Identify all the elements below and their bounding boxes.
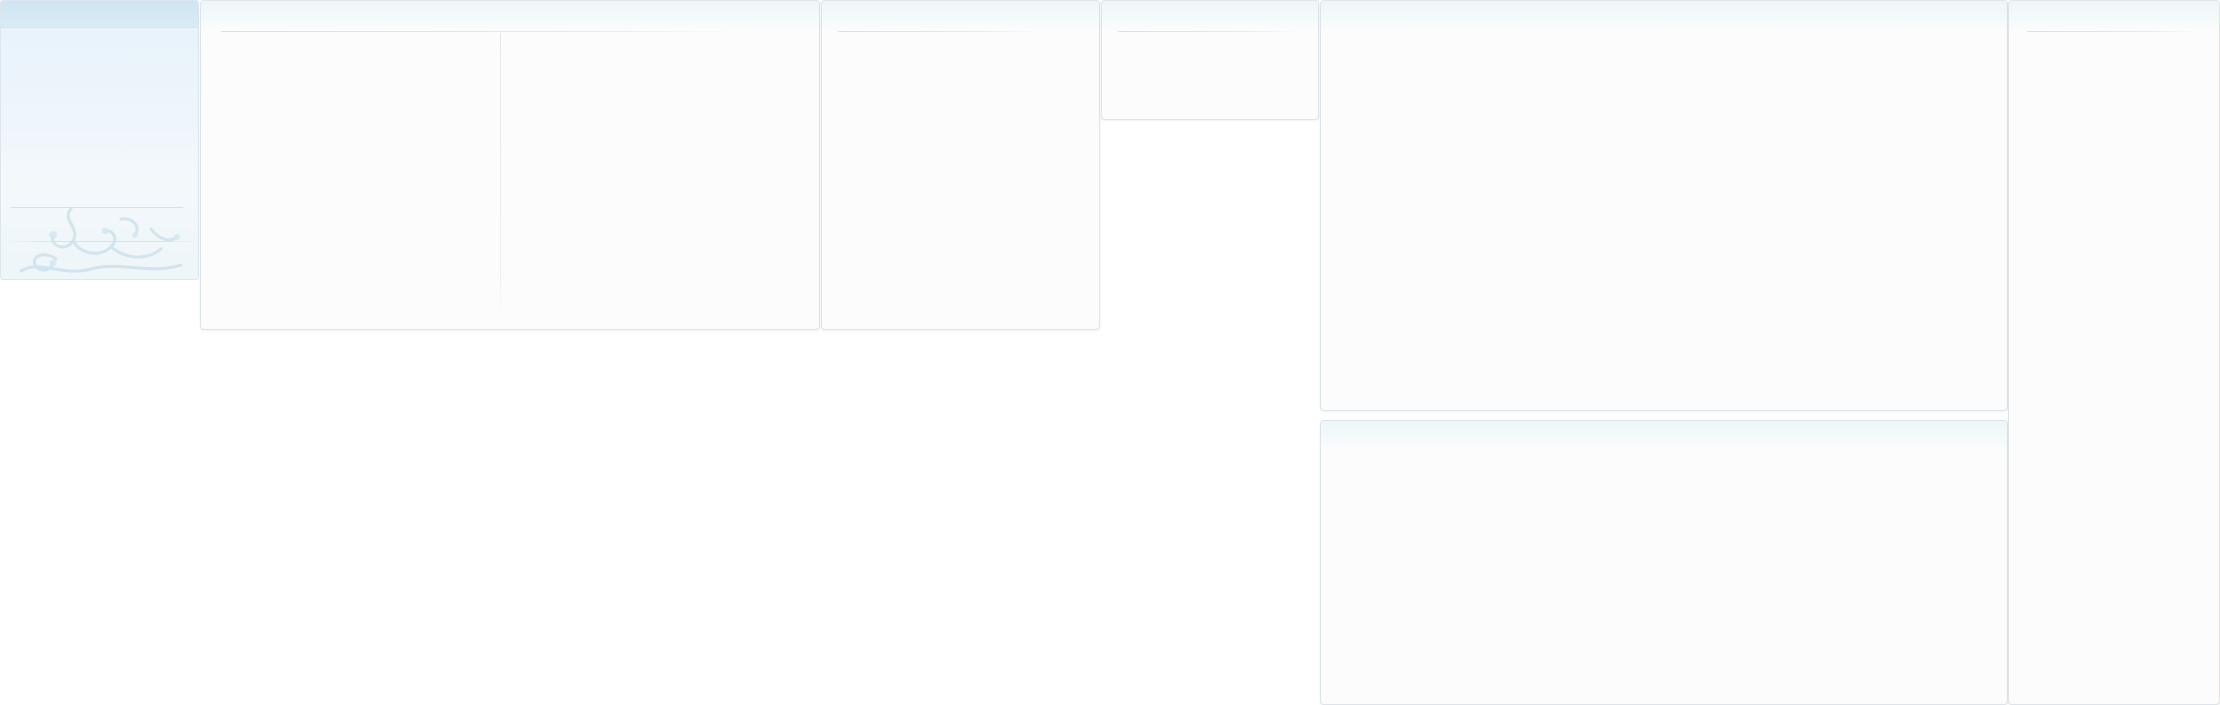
panel-a-column-divider [500, 33, 501, 318]
panel-d [1320, 0, 2008, 411]
panel-e-header [1321, 421, 2007, 451]
panel-b [821, 0, 1100, 330]
panel-f-header-rule [2027, 31, 2197, 32]
panel-a [200, 0, 820, 330]
panel-c-header [1102, 1, 1318, 31]
panel-b-header [822, 1, 1099, 31]
panel-e [1320, 420, 2008, 705]
panel-b-header-rule [838, 31, 1038, 32]
panel-a-header [201, 1, 819, 31]
panel-c-header-rule [1118, 31, 1298, 32]
panel-d-header [1321, 1, 2007, 31]
panel-a-header-rule [221, 31, 741, 32]
panel-f [2008, 0, 2220, 705]
panel-f-header [2009, 1, 2219, 31]
sidebar-widget-header [1, 1, 198, 28]
sidebar-widget [0, 0, 199, 280]
panel-c [1101, 0, 1319, 120]
swirl-ornament-icon [19, 207, 183, 273]
